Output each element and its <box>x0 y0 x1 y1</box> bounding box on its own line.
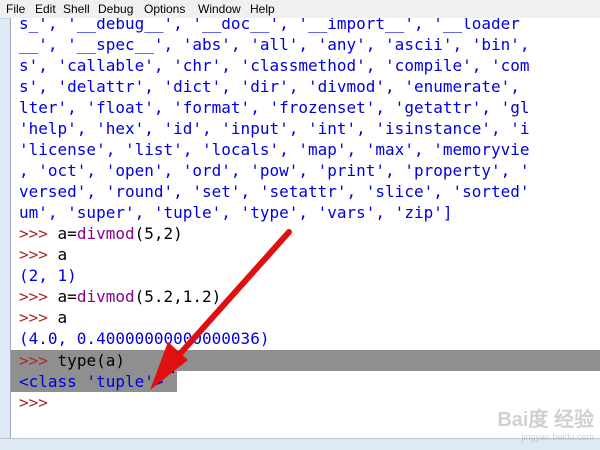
command-args: (5.2,1.2) <box>134 287 222 306</box>
dir-output-line: 'help', 'hex', 'id', 'input', 'int', 'is… <box>19 119 530 138</box>
dir-output-line: 'license', 'list', 'locals', 'map', 'max… <box>19 140 530 159</box>
menu-options[interactable]: Options <box>144 2 185 16</box>
command-text: a= <box>57 287 77 306</box>
watermark-subtext: jingyan.baidu.com <box>521 432 594 442</box>
command-text: a <box>57 308 68 327</box>
watermark-text: Bai度 经验 <box>497 409 594 431</box>
command-args: (5,2) <box>134 224 183 243</box>
builtin-name: divmod <box>76 287 135 306</box>
prompt: >>> <box>19 351 48 370</box>
dir-output-line: versed', 'round', 'set', 'setattr', 'sli… <box>19 182 530 201</box>
prompt: >>> <box>19 245 48 264</box>
menu-shell[interactable]: Shell <box>63 2 90 16</box>
dir-output-line: lter', 'float', 'format', 'frozenset', '… <box>19 98 530 117</box>
prompt: >>> <box>19 287 48 306</box>
dir-output-line: um', 'super', 'tuple', 'type', 'vars', '… <box>19 203 453 222</box>
menu-window[interactable]: Window <box>198 2 241 16</box>
shell-input-line: >>> <box>19 392 48 413</box>
dir-output-line: , 'oct', 'open', 'ord', 'pow', 'print', … <box>19 161 530 180</box>
shell-output-line: <class 'tuple'> <box>19 372 164 391</box>
menu-debug[interactable]: Debug <box>98 2 133 16</box>
shell-input-line: >>> a=divmod(5.2,1.2) <box>19 286 221 307</box>
menu-help[interactable]: Help <box>250 2 275 16</box>
dir-output-line: s', 'callable', 'chr', 'classmethod', 'c… <box>19 56 530 75</box>
menu-bar: File Edit Shell Debug Options Window Hel… <box>0 0 600 19</box>
prompt: >>> <box>19 224 48 243</box>
dir-output-line: s', 'delattr', 'dict', 'dir', 'divmod', … <box>19 77 520 96</box>
shell-input-line: >>> a=divmod(5,2) <box>19 223 183 244</box>
shell-input-line: >>> a <box>19 244 67 265</box>
builtin-name: divmod <box>76 224 135 243</box>
shell-input-line: >>> type(a) <box>19 350 125 371</box>
shell-text-area[interactable]: s_', '__debug__', '__doc__', '__import__… <box>10 18 600 438</box>
command-text: type(a) <box>57 351 125 370</box>
idle-shell-window: File Edit Shell Debug Options Window Hel… <box>0 0 600 450</box>
dir-output-line: s_', '__debug__', '__doc__', '__import__… <box>19 18 520 33</box>
command-text: a= <box>57 224 77 243</box>
shell-output-line: (2, 1) <box>19 266 77 285</box>
menu-edit[interactable]: Edit <box>35 2 56 16</box>
prompt: >>> <box>19 308 48 327</box>
prompt: >>> <box>19 393 48 412</box>
shell-input-line: >>> a <box>19 307 67 328</box>
shell-output-line: (4.0, 0.40000000000000036) <box>19 329 270 348</box>
dir-output-line: __', '__spec__', 'abs', 'all', 'any', 'a… <box>19 35 530 54</box>
menu-file[interactable]: File <box>6 2 25 16</box>
command-text: a <box>57 245 68 264</box>
text-cursor <box>172 355 174 373</box>
baidu-watermark: Bai度 经验 jingyan.baidu.com <box>497 403 594 442</box>
